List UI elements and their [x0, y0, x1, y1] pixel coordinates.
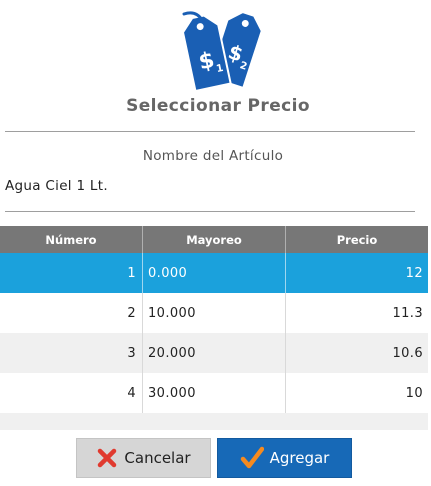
cell-mayoreo: 30.000 — [143, 373, 286, 413]
cell-mayoreo: 0.000 — [143, 253, 286, 293]
divider — [5, 211, 415, 212]
price-tags-icon: $ 2 $ 1 — [181, 11, 263, 90]
table-row[interactable]: 4 30.000 10 — [0, 373, 428, 413]
price-table: Número Mayoreo Precio 1 0.000 12 2 10.00… — [0, 226, 428, 430]
add-button[interactable]: Agregar — [217, 438, 352, 478]
table-row[interactable]: 2 10.000 11.3 — [0, 293, 428, 333]
column-header-numero[interactable]: Número — [0, 226, 143, 253]
cell-precio: 12 — [405, 265, 423, 281]
table-row[interactable]: 3 20.000 10.6 — [0, 333, 428, 373]
cancel-button[interactable]: Cancelar — [76, 438, 211, 478]
orange-checkmark-icon — [240, 446, 264, 469]
cell-numero: 3 — [0, 333, 143, 373]
table-header: Número Mayoreo Precio — [0, 226, 428, 253]
cell-precio: 11.3 — [392, 305, 423, 321]
cell-numero: 1 — [0, 253, 143, 293]
table-empty-area — [0, 413, 428, 430]
divider — [5, 131, 415, 132]
cell-numero: 4 — [0, 373, 143, 413]
cell-precio: 10.6 — [392, 345, 423, 361]
red-x-icon — [98, 448, 117, 468]
item-label: Nombre del Artículo — [142, 148, 284, 164]
cell-mayoreo: 20.000 — [143, 333, 286, 373]
cell-precio: 10 — [405, 385, 423, 401]
cell-mayoreo: 10.000 — [143, 293, 286, 333]
add-button-label: Agregar — [269, 449, 330, 467]
column-header-mayoreo[interactable]: Mayoreo — [143, 226, 286, 253]
cell-numero: 2 — [0, 293, 143, 333]
dialog-title: Seleccionar Precio — [126, 96, 310, 116]
table-row[interactable]: 1 0.000 12 — [0, 253, 428, 293]
item-name: Agua Ciel 1 Lt. — [5, 178, 108, 194]
cancel-button-label: Cancelar — [124, 449, 191, 467]
column-header-precio[interactable]: Precio — [286, 226, 428, 253]
